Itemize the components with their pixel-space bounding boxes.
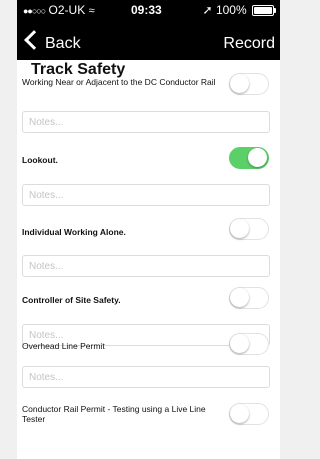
item-label: Controller of Site Safety. bbox=[22, 295, 121, 305]
toggle-knob bbox=[230, 334, 249, 353]
notes-input[interactable] bbox=[23, 256, 269, 277]
notes-field[interactable] bbox=[22, 366, 270, 388]
toggle-knob bbox=[230, 219, 249, 238]
clock: 09:33 bbox=[131, 3, 162, 17]
wifi-icon: ≈ bbox=[88, 5, 95, 17]
item-label: Conductor Rail Permit - Testing using a … bbox=[22, 404, 206, 424]
section-title: Track Safety bbox=[31, 61, 126, 78]
notes-input[interactable] bbox=[23, 112, 269, 133]
notes-field[interactable] bbox=[22, 111, 270, 133]
toggle-switch[interactable] bbox=[229, 147, 269, 169]
item-label: Working Near or Adjacent to the DC Condu… bbox=[22, 77, 216, 87]
toggle-switch[interactable] bbox=[229, 287, 269, 309]
checklist-scroll-view[interactable]: Track Safety Working Near or Adjacent to… bbox=[17, 60, 280, 459]
carrier-group: ●●○○○ O2-UK ≈ bbox=[23, 0, 95, 21]
toggle-knob bbox=[230, 74, 249, 93]
notes-field[interactable] bbox=[22, 184, 270, 206]
notes-input[interactable] bbox=[23, 367, 269, 388]
nav-bar: Back Record bbox=[17, 28, 280, 60]
toggle-knob bbox=[230, 288, 249, 307]
toggle-switch[interactable] bbox=[229, 333, 269, 355]
carrier-name: O2-UK bbox=[48, 3, 86, 17]
item-label: Individual Working Alone. bbox=[22, 227, 126, 237]
chevron-left-icon bbox=[24, 30, 44, 50]
header: ●●○○○ O2-UK ≈ 09:33 ➚ 100% Back Record bbox=[17, 0, 280, 60]
location-icon: ➚ bbox=[202, 3, 213, 17]
toggle-switch[interactable] bbox=[229, 403, 269, 425]
item-label: Overhead Line Permit bbox=[22, 341, 105, 351]
app-screen: ●●○○○ O2-UK ≈ 09:33 ➚ 100% Back Record T… bbox=[0, 0, 280, 459]
record-button[interactable]: Record bbox=[223, 32, 275, 56]
battery-icon bbox=[252, 5, 276, 17]
notes-input[interactable] bbox=[23, 185, 269, 206]
notes-field[interactable] bbox=[22, 255, 270, 277]
status-bar: ●●○○○ O2-UK ≈ 09:33 ➚ 100% bbox=[17, 0, 280, 20]
back-button[interactable]: Back bbox=[21, 30, 81, 56]
battery-percent: 100% bbox=[215, 3, 247, 17]
toggle-knob bbox=[230, 404, 249, 423]
toggle-knob bbox=[248, 148, 267, 167]
signal-icon: ●●○○○ bbox=[23, 6, 46, 16]
battery-group: ➚ 100% bbox=[202, 0, 276, 20]
toggle-switch[interactable] bbox=[229, 218, 269, 240]
back-label: Back bbox=[45, 35, 81, 52]
item-label: Lookout. bbox=[22, 155, 58, 165]
toggle-switch[interactable] bbox=[229, 73, 269, 95]
